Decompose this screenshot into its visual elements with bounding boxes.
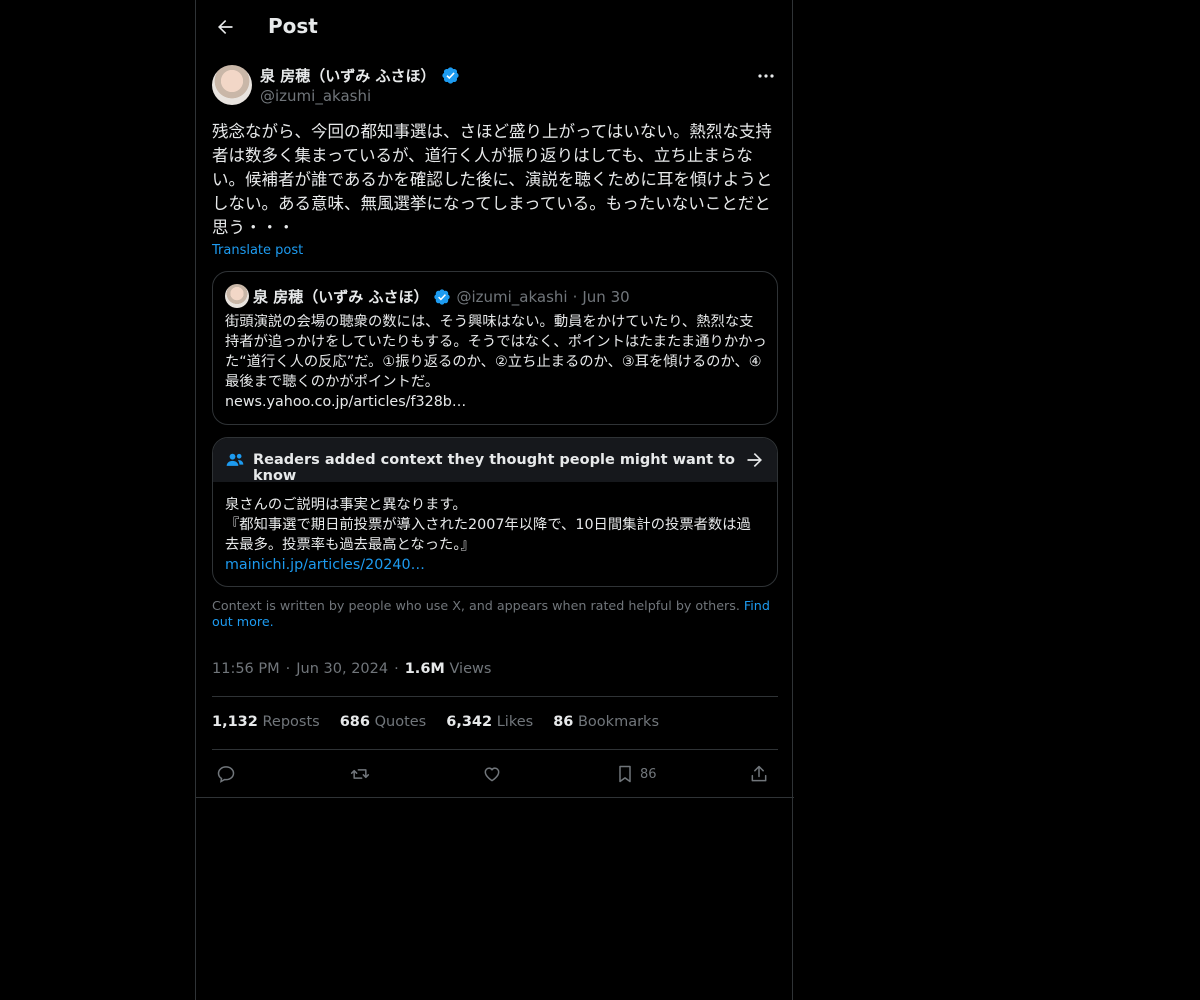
reply-icon — [217, 766, 235, 783]
action-bar: 86 — [212, 760, 778, 788]
bookmarks-label: Bookmarks — [577, 714, 659, 730]
quoted-text: 街頭演説の会場の聴衆の数には、そう興味はない。動員をかけていたり、熱烈な支持者が… — [225, 314, 767, 410]
bookmark-count: 86 — [640, 766, 657, 782]
quoted-date: Jun 30 — [582, 287, 630, 306]
post-text: 残念ながら、今回の都知事選は、さほど盛り上がってはいない。熱烈な支持者は数多く集… — [212, 122, 773, 237]
author-name-row: 泉 房穂（いずみ ふさほ） — [260, 65, 460, 86]
post-date[interactable]: Jun 30, 2024 — [296, 661, 388, 677]
divider — [196, 797, 794, 798]
quoted-display-name: 泉 房穂（いずみ ふさほ） — [253, 288, 429, 306]
verified-badge-icon — [442, 67, 460, 84]
likes-label: Likes — [496, 714, 534, 730]
more-icon — [758, 74, 774, 78]
context-disclaimer-text: Context is written by people who use X, … — [212, 598, 740, 613]
views: 1.6M Views — [405, 661, 492, 677]
meta-separator: · — [285, 661, 291, 677]
post-meta: 11:56 PM · Jun 30, 2024 · 1.6M Views — [212, 661, 491, 677]
views-count: 1.6M — [404, 661, 445, 677]
page-title: Post — [268, 14, 318, 38]
share-icon — [751, 765, 767, 782]
community-note-body: 泉さんのご説明は事実と異なります。 『都知事選で期日前投票が導入された2007年… — [225, 495, 765, 575]
bookmarks-stat[interactable]: 86 Bookmarks — [553, 714, 659, 730]
repost-icon — [350, 769, 370, 779]
back-arrow-icon — [218, 20, 233, 34]
avatar[interactable] — [212, 65, 252, 105]
author-handle[interactable]: @izumi_akashi — [260, 87, 371, 105]
engagement-stats: 1,132 Reposts 686 Quotes 6,342 Likes 86 … — [212, 714, 659, 730]
reposts-stat[interactable]: 1,132 Reposts — [212, 714, 320, 730]
back-button[interactable] — [208, 10, 242, 44]
more-button[interactable] — [754, 66, 778, 86]
likes-count: 6,342 — [446, 714, 493, 730]
arrow-right-icon — [747, 453, 762, 467]
quotes-label: Quotes — [374, 714, 427, 730]
post-time[interactable]: 11:56 PM — [212, 661, 280, 677]
context-disclaimer: Context is written by people who use X, … — [212, 598, 778, 630]
quoted-separator: · — [572, 287, 578, 306]
bookmark-icon — [619, 765, 631, 783]
reposts-label: Reposts — [262, 714, 320, 730]
bookmark-button[interactable]: 86 — [616, 760, 657, 788]
author-display-name[interactable]: 泉 房穂（いずみ ふさほ） — [260, 65, 435, 86]
quoted-handle: @izumi_akashi — [456, 287, 568, 306]
reply-button[interactable] — [216, 760, 236, 788]
header: Post — [196, 0, 794, 54]
people-icon — [226, 453, 244, 466]
quotes-count: 686 — [339, 714, 370, 730]
post-column: Post 泉 房穂（いずみ ふさほ） @izumi_akashi 残念ながら、今… — [195, 0, 794, 1000]
likes-stat[interactable]: 6,342 Likes — [446, 714, 533, 730]
meta-separator: · — [394, 661, 399, 677]
community-note-link[interactable]: mainichi.jp/articles/20240… — [225, 557, 425, 573]
quoted-header: 泉 房穂（いずみ ふさほ） @izumi_akashi · Jun 30 — [253, 286, 630, 307]
community-note-header[interactable]: Readers added context they thought peopl… — [213, 438, 777, 484]
community-note: Readers added context they thought peopl… — [212, 437, 778, 587]
bookmarks-count: 86 — [553, 714, 574, 730]
translate-post-link[interactable]: Translate post — [212, 243, 303, 258]
like-button[interactable] — [482, 760, 502, 788]
community-note-text: 泉さんのご説明は事実と異なります。 『都知事選で期日前投票が導入された2007年… — [225, 497, 751, 553]
share-button[interactable] — [749, 760, 769, 788]
like-icon — [484, 767, 500, 782]
quoted-post[interactable]: 泉 房穂（いずみ ふさほ） @izumi_akashi · Jun 30 街頭演… — [212, 271, 778, 425]
divider — [212, 749, 778, 750]
community-note-title: Readers added context they thought peopl… — [253, 452, 735, 484]
views-label: Views — [449, 661, 492, 677]
repost-button[interactable] — [349, 760, 371, 788]
quotes-stat[interactable]: 686 Quotes — [340, 714, 427, 730]
reposts-count: 1,132 — [212, 714, 258, 730]
verified-badge-icon — [434, 288, 451, 305]
divider — [212, 696, 778, 697]
quoted-avatar — [225, 284, 249, 308]
